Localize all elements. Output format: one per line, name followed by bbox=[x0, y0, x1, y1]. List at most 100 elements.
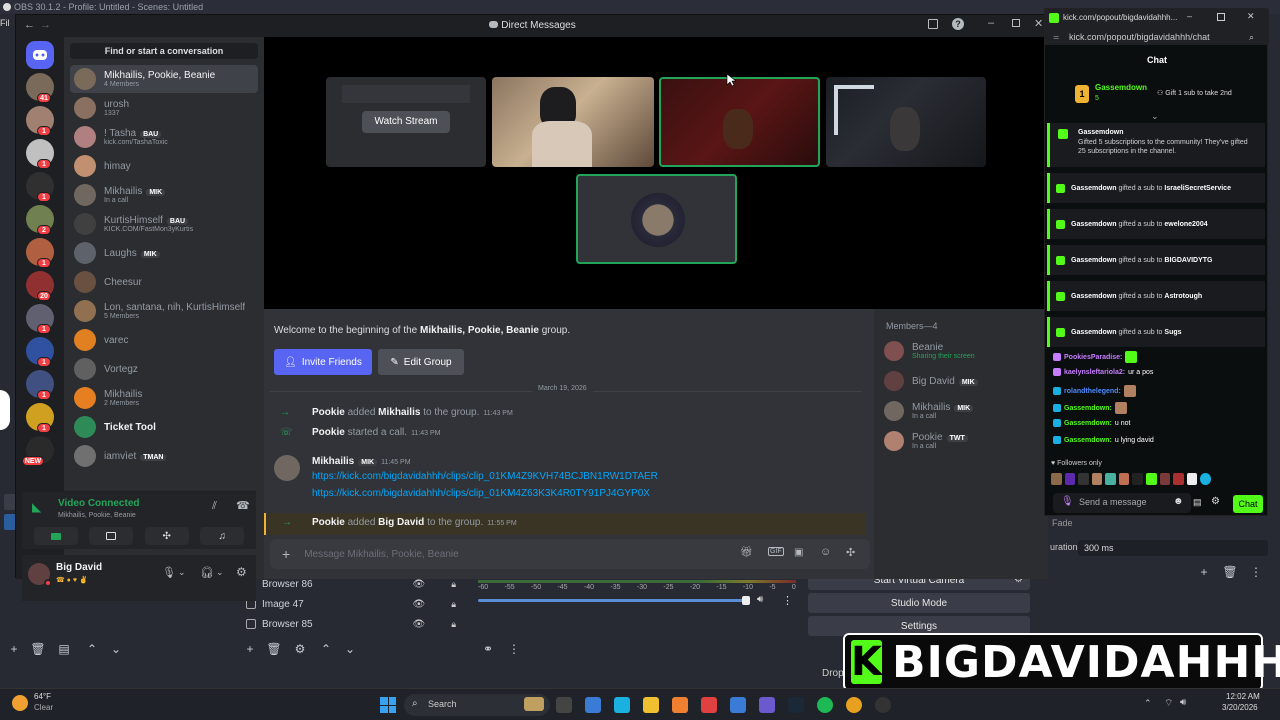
wifi-icon[interactable]: ⌔ bbox=[1164, 697, 1173, 710]
msg-actor[interactable]: Pookie bbox=[312, 427, 345, 438]
chat-username[interactable]: Gassemdown: bbox=[1064, 437, 1112, 444]
obs-icon[interactable] bbox=[875, 697, 891, 713]
chevron-up-icon[interactable]: ⌃ bbox=[1144, 698, 1152, 709]
video-tile-avatar[interactable] bbox=[576, 174, 737, 264]
volume-slider-handle[interactable] bbox=[742, 596, 750, 605]
eye-icon[interactable]: 👁︎ bbox=[413, 619, 426, 630]
site-info-icon[interactable]: ⚌ bbox=[1053, 33, 1059, 41]
gift-target[interactable]: ewelone2004 bbox=[1164, 221, 1207, 228]
vscode-icon[interactable] bbox=[730, 697, 746, 713]
member-item[interactable]: Beanie Sharing their screen bbox=[884, 337, 1044, 365]
volume-icon[interactable]: 🔊︎ bbox=[1180, 697, 1186, 708]
emote[interactable] bbox=[1105, 473, 1116, 485]
add-scene-icon[interactable]: + bbox=[6, 641, 22, 657]
gift-user[interactable]: Gassemdown bbox=[1071, 329, 1117, 336]
firefox-icon[interactable] bbox=[701, 697, 717, 713]
add-source-icon[interactable]: + bbox=[242, 641, 258, 657]
pinned-action[interactable]: ⚇ Gift 1 sub to take 2nd bbox=[1157, 89, 1232, 97]
weather-condition[interactable]: Clear bbox=[34, 703, 53, 712]
user-name[interactable]: Big David bbox=[56, 562, 102, 573]
dm-item[interactable]: Laughs MIK bbox=[70, 239, 258, 267]
gear-icon[interactable]: ⚙ bbox=[1211, 496, 1220, 507]
gift-target[interactable]: Sugs bbox=[1164, 329, 1181, 336]
taskbar-search[interactable]: ⌕ Search bbox=[404, 694, 550, 716]
chat-username[interactable]: Gassemdown: bbox=[1064, 405, 1112, 412]
filter-icon[interactable]: ▤ bbox=[56, 641, 72, 657]
source-row[interactable]: Image 47 👁︎ 🔒︎ bbox=[240, 594, 470, 614]
weather-temp[interactable]: 64°F bbox=[34, 692, 51, 701]
gear-icon[interactable]: ⚙ bbox=[236, 565, 247, 579]
disconnect-icon[interactable]: ☎ bbox=[236, 499, 250, 512]
dm-item[interactable]: Mikhailis 2 Members bbox=[70, 384, 258, 412]
gift-icon[interactable]: ▤ bbox=[1193, 497, 1202, 508]
emote[interactable] bbox=[1078, 473, 1089, 485]
message-composer[interactable]: + Message Mikhailis, Pookie, Beanie 🎁︎ G… bbox=[270, 539, 870, 569]
weather-icon[interactable] bbox=[12, 695, 28, 711]
dm-item[interactable]: Mikhailis MIK In a call bbox=[70, 181, 258, 209]
minimize-icon[interactable]: – bbox=[1187, 11, 1192, 21]
lock-icon[interactable]: 🔒︎ bbox=[451, 599, 456, 610]
dm-item[interactable]: Ticket Tool bbox=[70, 413, 258, 441]
steam-icon[interactable] bbox=[788, 697, 804, 713]
watch-stream-button[interactable]: Watch Stream bbox=[362, 111, 450, 133]
gift-user[interactable]: Gassemdown bbox=[1071, 221, 1117, 228]
stream-tile-beanie[interactable]: Watch Stream bbox=[326, 77, 486, 167]
noise-suppression-icon[interactable]: ⫽ bbox=[212, 500, 217, 513]
dm-item[interactable]: KurtisHimself BAU KICK.COM/FastMon3yKurtis bbox=[70, 210, 258, 238]
emote[interactable] bbox=[1091, 473, 1103, 485]
link-icon[interactable]: ⚭ bbox=[480, 641, 496, 657]
dm-item[interactable]: Mikhailis, Pookie, Beanie 4 Members bbox=[70, 65, 258, 93]
task-view-icon[interactable] bbox=[556, 697, 572, 713]
msg-target[interactable]: Big David bbox=[378, 517, 424, 528]
emoji-icon[interactable]: ☻ bbox=[1173, 496, 1184, 507]
eye-icon[interactable]: 👁︎ bbox=[413, 599, 426, 610]
gift-target[interactable]: IsraeliSecretService bbox=[1164, 185, 1231, 192]
voice-status[interactable]: Video Connected bbox=[58, 498, 140, 509]
video-tile-big-david[interactable] bbox=[826, 77, 986, 167]
lock-icon[interactable]: 🔒︎ bbox=[451, 579, 456, 590]
clock-time[interactable]: 12:02 AM bbox=[1226, 692, 1260, 701]
gear-icon[interactable]: ⚙ bbox=[292, 641, 308, 657]
msg-actor[interactable]: Pookie bbox=[312, 517, 345, 528]
chrome-icon[interactable] bbox=[846, 697, 862, 713]
msg-target[interactable]: Mikhailis bbox=[378, 407, 420, 418]
find-conversation-input[interactable]: Find or start a conversation bbox=[70, 43, 258, 59]
voice-channel-name[interactable]: Mikhailis, Pookie, Beanie bbox=[58, 512, 136, 519]
store-icon[interactable] bbox=[614, 697, 630, 713]
chevron-down-icon[interactable]: ⌄ bbox=[108, 641, 124, 657]
message-link[interactable]: https://kick.com/bigdavidahhh/clips/clip… bbox=[312, 471, 658, 482]
microphone-icon[interactable]: 🎙︎ bbox=[162, 566, 176, 579]
chat-username[interactable]: rolandthelegend: bbox=[1064, 388, 1121, 395]
chat-username[interactable]: Gassemdown: bbox=[1064, 420, 1112, 427]
dm-item[interactable]: Vortegz bbox=[70, 355, 258, 383]
emote[interactable] bbox=[1200, 473, 1211, 485]
spotify-icon[interactable] bbox=[817, 697, 833, 713]
chevron-up-icon[interactable]: ⌃ bbox=[84, 641, 100, 657]
trash-icon[interactable]: 🗑︎ bbox=[30, 641, 46, 657]
message-link[interactable]: https://kick.com/bigdavidahhh/clips/clip… bbox=[312, 488, 650, 499]
emoji-icon[interactable]: ☺ bbox=[820, 546, 831, 558]
gift-user[interactable]: Gassemdown bbox=[1071, 293, 1117, 300]
video-tile-pookie[interactable] bbox=[492, 77, 654, 167]
volume-slider[interactable] bbox=[478, 599, 748, 602]
headphones-icon[interactable]: 🎧︎ bbox=[200, 566, 214, 579]
kick-tab-title[interactable]: kick.com/popout/bigdavidahhh... bbox=[1063, 13, 1177, 22]
chat-username[interactable]: kaelynsleftariola2: bbox=[1064, 369, 1125, 376]
dm-item[interactable]: ! Tasha BAU kick.com/TashaToxic bbox=[70, 123, 258, 151]
dm-item[interactable]: urosh 1337 bbox=[70, 94, 258, 122]
sticker-icon[interactable]: ▣ bbox=[794, 547, 803, 558]
member-item[interactable]: Big David MIK bbox=[884, 367, 1044, 395]
activities-button[interactable]: ✣ bbox=[144, 527, 189, 545]
dm-item[interactable]: himay bbox=[70, 152, 258, 180]
kick-url[interactable]: kick.com/popout/bigdavidahhh/chat bbox=[1069, 32, 1210, 42]
gif-icon[interactable]: GIF bbox=[768, 547, 784, 556]
close-icon[interactable]: ✕ bbox=[1247, 11, 1255, 22]
dm-item[interactable]: Cheesur bbox=[70, 268, 258, 296]
chat-send-button[interactable]: Chat bbox=[1233, 495, 1263, 513]
emote[interactable] bbox=[1064, 473, 1076, 485]
chat-username[interactable]: PookiesParadise: bbox=[1064, 354, 1122, 361]
invite-friends-button[interactable]: 👤︎ Invite Friends bbox=[274, 349, 372, 375]
kebab-menu-icon[interactable]: ⋮ bbox=[782, 594, 793, 607]
eye-icon[interactable]: 👁︎ bbox=[413, 579, 426, 590]
close-icon[interactable]: ✕ bbox=[1034, 17, 1043, 30]
